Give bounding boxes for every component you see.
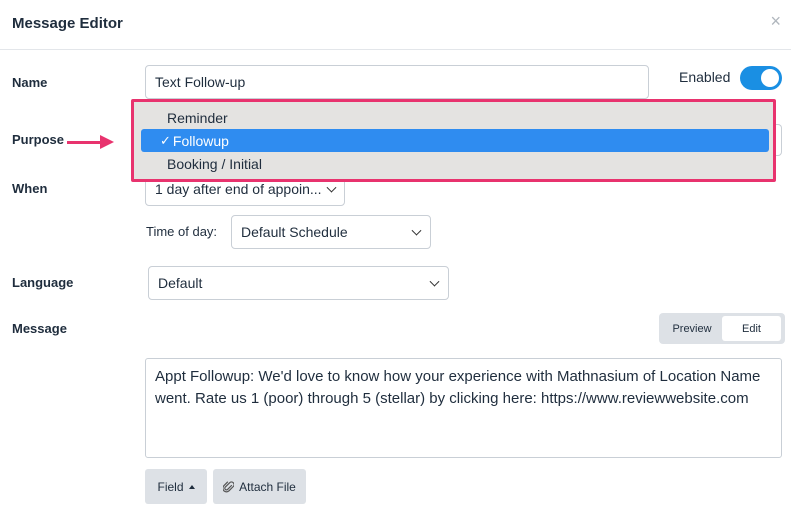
time-of-day-label: Time of day: [146,224,218,239]
preview-button[interactable]: Preview [662,316,722,341]
name-label: Name [12,75,48,90]
enabled-label: Enabled [679,69,731,85]
language-label: Language [12,275,74,290]
modal-header: Message Editor × [0,0,791,50]
field-button-label: Field [157,479,184,494]
language-value: Default [158,275,203,291]
chevron-down-icon [326,182,337,193]
attach-file-label: Attach File [239,479,296,494]
message-textarea[interactable]: Appt Followup: We'd love to know how you… [145,358,782,458]
time-of-day-select[interactable]: Default Schedule [231,215,431,249]
field-button[interactable]: Field [145,469,207,504]
name-input[interactable]: Text Follow-up [145,65,649,99]
message-label: Message [12,321,67,336]
time-of-day-value: Default Schedule [241,224,348,240]
language-select[interactable]: Default [148,266,449,300]
toggle-knob [761,69,779,87]
annotation-highlight-box [131,99,776,182]
when-label: When [12,181,48,196]
paperclip-icon [223,481,235,493]
enabled-toggle[interactable] [740,66,782,90]
purpose-label: Purpose [12,132,65,147]
attach-file-button[interactable]: Attach File [213,469,306,504]
annotation-arrow-icon [100,135,114,149]
edit-button[interactable]: Edit [722,316,781,341]
chevron-down-icon [429,276,440,287]
annotation-arrow-line [67,141,103,144]
modal-title: Message Editor [12,15,123,32]
when-select-value: 1 day after end of appoin... [155,181,322,197]
caret-up-icon [188,484,195,489]
preview-edit-toggle: Preview Edit [659,313,785,344]
close-icon[interactable]: × [770,12,781,30]
chevron-down-icon [411,225,422,236]
